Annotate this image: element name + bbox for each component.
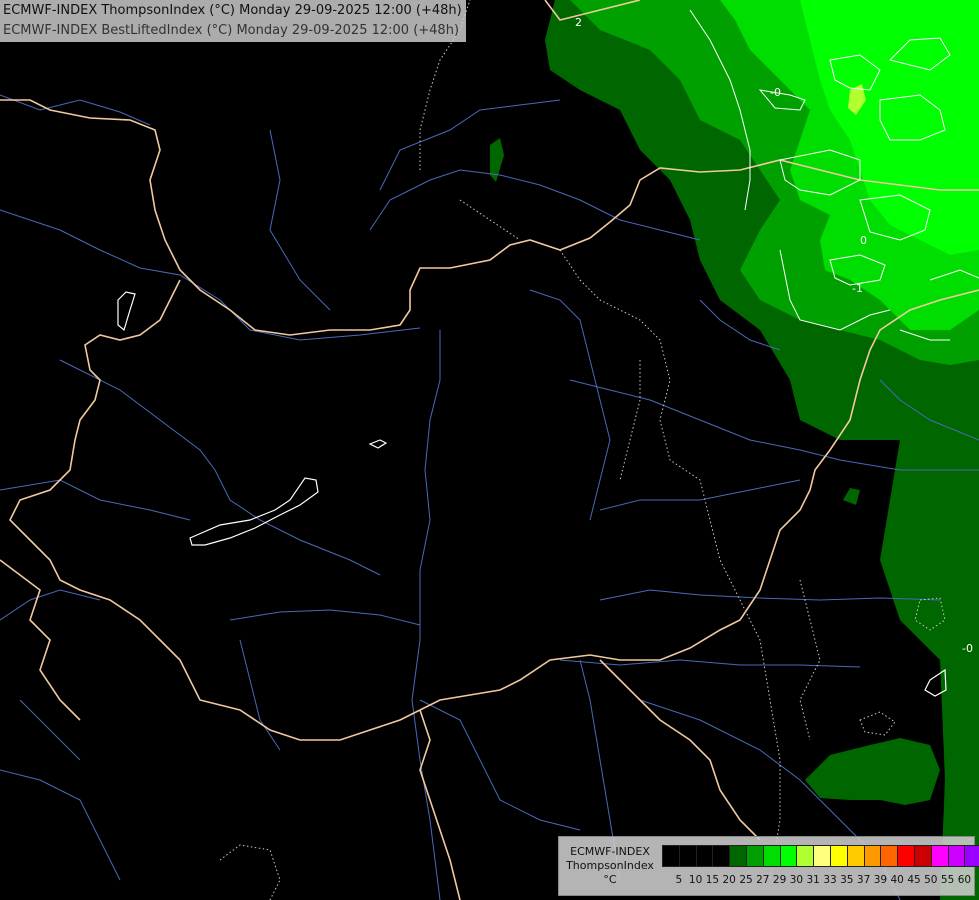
legend-swatch	[830, 846, 848, 866]
field-level-20-south	[805, 738, 940, 805]
legend-tick-labels: 5 10 15 20 25 27 29 30 31 33 35 37 39 40 45 50 55 60	[662, 874, 971, 888]
legend-title-line-1: ECMWF-INDEX	[570, 845, 650, 858]
contour-label: 2	[575, 16, 582, 29]
legend-swatch	[746, 846, 764, 866]
legend-tick: 40	[890, 874, 904, 886]
border-west	[9, 279, 421, 741]
legend-tick: 50	[924, 874, 938, 886]
map-title-box: ECMWF-INDEX ThompsonIndex (°C) Monday 29…	[0, 0, 466, 42]
legend-tick: 27	[756, 874, 770, 886]
legend-tick: 30	[789, 874, 804, 886]
legend-swatch	[881, 846, 899, 866]
thompson-index-field	[490, 0, 979, 900]
legend-swatch	[713, 846, 731, 866]
legend-swatch	[898, 846, 915, 866]
legend-swatch	[730, 846, 747, 866]
legend-swatch	[965, 846, 979, 866]
color-legend: ECMWF-INDEX ThompsonIndex °C 5 10 15 20 25 27…	[558, 836, 979, 896]
legend-color-scale	[662, 845, 979, 867]
legend-swatch	[780, 846, 798, 866]
legend-tick: 45	[907, 874, 921, 886]
legend-tick: 33	[823, 874, 837, 886]
contour-label: -1	[852, 282, 863, 295]
legend-tick: 29	[772, 874, 787, 886]
legend-swatch	[864, 846, 882, 866]
legend-swatch	[914, 846, 932, 866]
legend-tick: 10	[688, 874, 703, 886]
map-canvas[interactable]: 2 -0 0 -1 -0	[0, 0, 979, 900]
weather-map-view: 2 -0 0 -1 -0 ECMWF-INDEX ThompsonIndex (…	[0, 0, 979, 900]
contour-label: -0	[962, 642, 973, 655]
legend-tick: 20	[722, 874, 736, 886]
legend-swatch	[948, 846, 966, 866]
legend-swatch	[931, 846, 949, 866]
lake-balaton	[189, 477, 319, 546]
legend-swatch	[814, 846, 831, 866]
legend-tick: 35	[840, 874, 854, 886]
legend-title: ECMWF-INDEX ThompsonIndex °C	[561, 845, 659, 887]
legend-swatch	[797, 846, 815, 866]
border-southeast	[599, 659, 761, 841]
map-title-line-1: ECMWF-INDEX ThompsonIndex (°C) Monday 29…	[3, 3, 462, 18]
legend-swatch	[696, 846, 714, 866]
map-title-line-2: ECMWF-INDEX BestLiftedIndex (°C) Monday …	[3, 23, 460, 38]
legend-unit: °C	[603, 873, 617, 886]
legend-tick: 39	[873, 874, 888, 886]
field-level-20-blob	[843, 488, 860, 505]
legend-tick: 55	[940, 874, 955, 886]
legend-swatch	[679, 846, 697, 866]
lake-small-1	[368, 439, 388, 449]
legend-tick: 15	[705, 874, 720, 886]
lake-small-2	[117, 291, 136, 332]
legend-tick: 37	[856, 874, 871, 886]
legend-swatch	[847, 846, 865, 866]
border-southwest	[419, 709, 461, 900]
contour-label: -0	[770, 86, 781, 99]
legend-swatch	[763, 846, 781, 866]
legend-tick: 60	[957, 874, 972, 886]
legend-swatch	[663, 846, 680, 866]
legend-tick: 5	[675, 874, 683, 886]
legend-title-line-2: ThompsonIndex	[566, 859, 654, 872]
legend-tick: 31	[806, 874, 820, 886]
contour-label: 0	[860, 234, 867, 247]
legend-tick: 25	[739, 874, 753, 886]
